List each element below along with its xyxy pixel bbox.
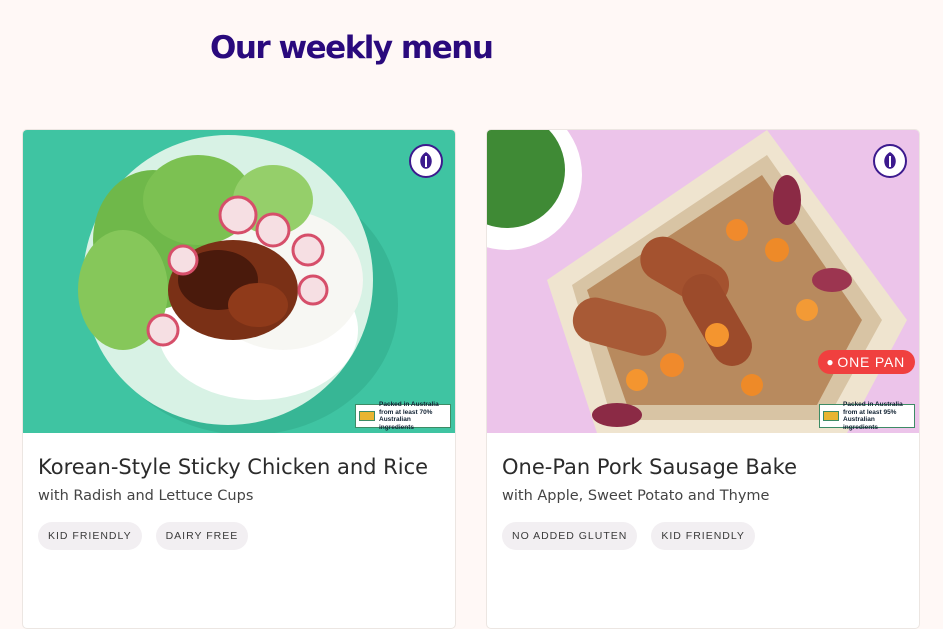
tag-kid-friendly: KID FRIENDLY [38,522,142,550]
recipe-title[interactable]: One-Pan Pork Sausage Bake [502,448,899,486]
packed-line: from at least 95% [843,408,897,416]
recipe-card-pork-sausage[interactable]: ● ONE PAN Packed in Australia from at le… [486,129,920,629]
packed-line: Australian ingredients [843,416,879,431]
packed-in-australia-badge: Packed in Australia from at least 95% Au… [819,401,915,431]
recipe-subtitle: with Radish and Lettuce Cups [38,488,254,504]
recipe-title[interactable]: Korean-Style Sticky Chicken and Rice [38,448,435,486]
recipe-photo[interactable]: ● ONE PAN Packed in Australia from at le… [487,130,919,433]
packed-line: Packed in Australia [379,401,439,408]
veg-logo-icon [409,144,443,178]
one-pan-badge: ● ONE PAN [818,350,915,374]
australia-flag-icon [823,411,839,421]
recipe-subtitle: with Apple, Sweet Potato and Thyme [502,488,770,504]
australia-flag-icon [359,411,375,421]
veg-logo-icon [873,144,907,178]
packed-in-australia-badge: Packed in Australia from at least 70% Au… [355,401,451,431]
tag-dairy-free: DAIRY FREE [155,522,249,550]
packed-line: Australian ingredients [379,416,415,431]
tag-list: NO ADDED GLUTEN KID FRIENDLY [502,522,899,550]
page-title: Our weekly menu [210,30,494,66]
tag-list: KID FRIENDLY DAIRY FREE [38,522,435,550]
recipe-photo[interactable]: Packed in Australia from at least 70% Au… [23,130,455,433]
recipe-card-korean-chicken[interactable]: Packed in Australia from at least 70% Au… [22,129,456,629]
packed-line: Packed in Australia [843,401,903,408]
tag-kid-friendly: KID FRIENDLY [651,522,755,550]
tag-no-added-gluten: NO ADDED GLUTEN [502,522,638,550]
magnifier-icon: ● [826,355,835,369]
packed-line: from at least 70% [379,408,433,416]
one-pan-label: ONE PAN [837,354,905,370]
